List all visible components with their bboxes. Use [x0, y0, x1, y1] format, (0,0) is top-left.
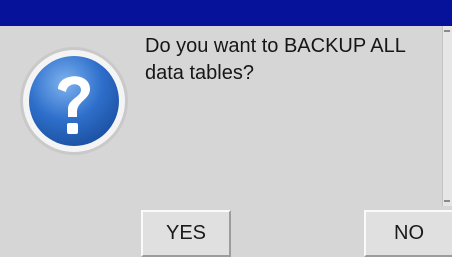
yes-button[interactable]: YES [141, 210, 231, 257]
dialog-titlebar[interactable] [0, 0, 452, 26]
no-button[interactable]: NO [364, 210, 452, 257]
dialog-message: Do you want to BACKUP ALL data tables? [145, 35, 406, 84]
scroll-down-icon[interactable] [444, 200, 450, 202]
message-scrollbar[interactable] [442, 26, 452, 206]
scroll-up-icon[interactable] [444, 30, 450, 32]
confirm-dialog: Do you want to BACKUP ALL data tables? Y… [0, 0, 452, 257]
question-icon [20, 47, 128, 155]
